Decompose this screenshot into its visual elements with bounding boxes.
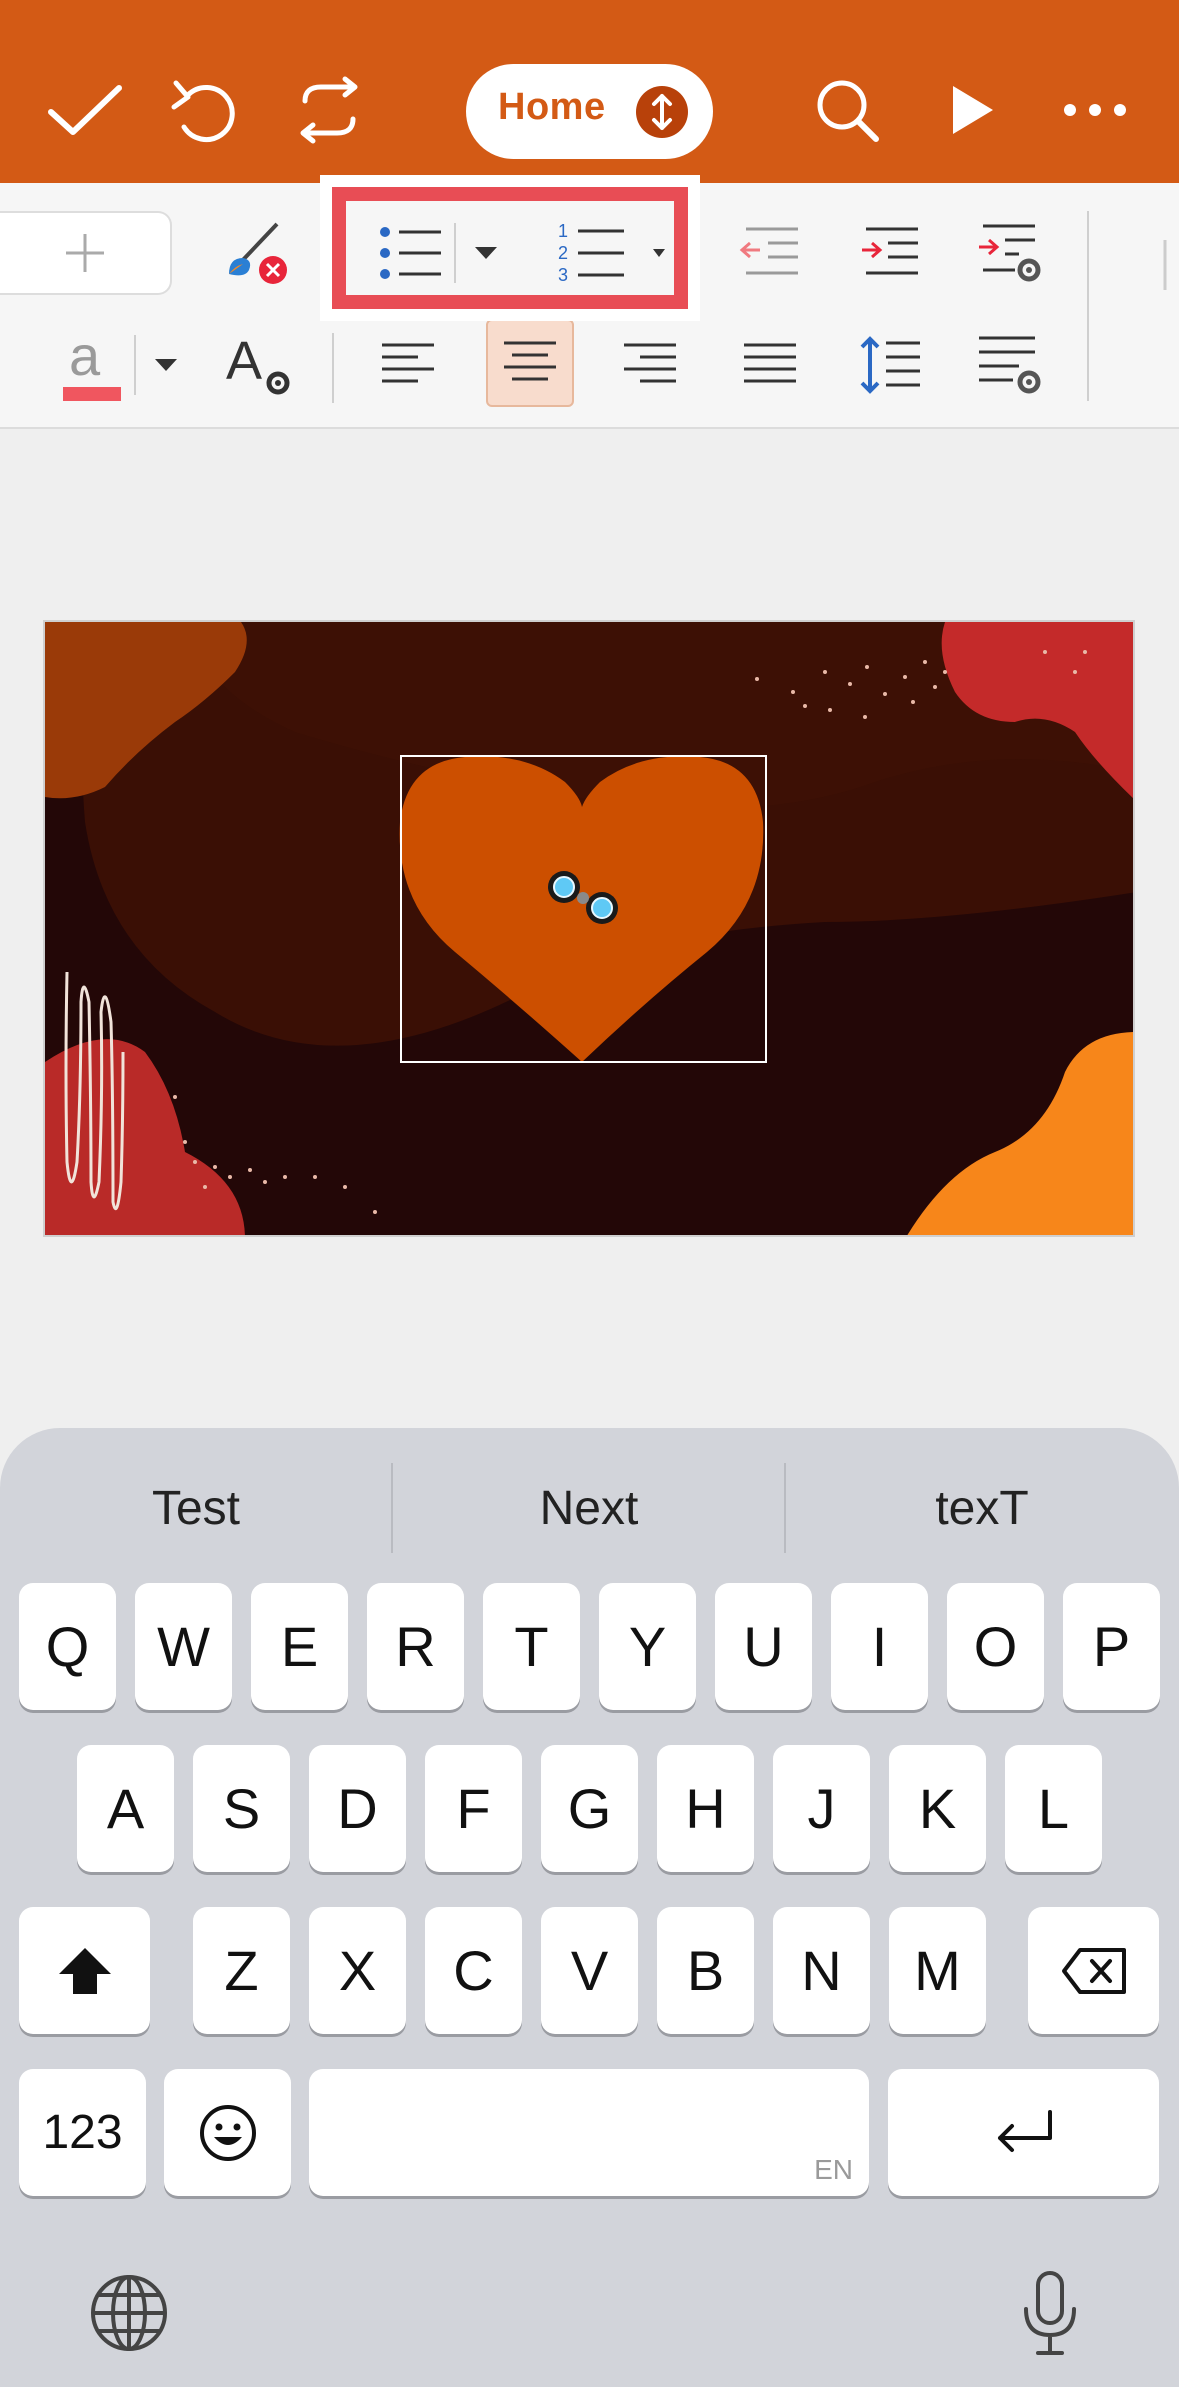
more-icon[interactable] bbox=[1045, 60, 1145, 160]
key-v[interactable]: V bbox=[541, 1907, 638, 2034]
key-a[interactable]: A bbox=[77, 1745, 174, 1872]
key-q[interactable]: Q bbox=[19, 1583, 116, 1710]
emoji-key[interactable] bbox=[164, 2069, 291, 2196]
key-i[interactable]: I bbox=[831, 1583, 928, 1710]
svg-text:a: a bbox=[69, 325, 101, 387]
on-screen-keyboard: Test Next texT Q W E R T Y U I O P A S D… bbox=[0, 1428, 1179, 2387]
paragraph-settings-icon[interactable] bbox=[970, 323, 1050, 407]
powerpoint-edit-screen: Home 123 a A Test Next texT Q W E R T Y … bbox=[0, 0, 1179, 2387]
key-g[interactable]: G bbox=[541, 1745, 638, 1872]
suggestion-1[interactable]: Test bbox=[0, 1468, 392, 1548]
slide-canvas[interactable] bbox=[43, 620, 1135, 1237]
decrease-indent-icon[interactable] bbox=[730, 215, 810, 291]
home-tab-selector[interactable]: Home bbox=[466, 64, 713, 159]
key-n[interactable]: N bbox=[773, 1907, 870, 2034]
key-u[interactable]: U bbox=[715, 1583, 812, 1710]
suggestion-2[interactable]: Next bbox=[393, 1468, 785, 1548]
top-toolbar: Home bbox=[0, 0, 1179, 183]
key-m[interactable]: M bbox=[889, 1907, 986, 2034]
align-center-icon[interactable] bbox=[486, 319, 574, 407]
align-right-icon[interactable] bbox=[610, 323, 690, 407]
key-w[interactable]: W bbox=[135, 1583, 232, 1710]
key-j[interactable]: J bbox=[773, 1745, 870, 1872]
line-spacing-icon[interactable] bbox=[850, 323, 930, 407]
key-p[interactable]: P bbox=[1063, 1583, 1160, 1710]
key-y[interactable]: Y bbox=[599, 1583, 696, 1710]
key-x[interactable]: X bbox=[309, 1907, 406, 2034]
key-s[interactable]: S bbox=[193, 1745, 290, 1872]
key-k[interactable]: K bbox=[889, 1745, 986, 1872]
key-o[interactable]: O bbox=[947, 1583, 1044, 1710]
key-z[interactable]: Z bbox=[193, 1907, 290, 2034]
align-left-icon[interactable] bbox=[368, 323, 448, 407]
add-icon[interactable] bbox=[0, 211, 172, 295]
shift-key[interactable] bbox=[19, 1907, 150, 2034]
checkmark-icon[interactable] bbox=[35, 60, 135, 160]
divider bbox=[134, 335, 136, 395]
key-h[interactable]: H bbox=[657, 1745, 754, 1872]
keyboard-language-hint: EN bbox=[814, 2154, 853, 2185]
microphone-icon[interactable] bbox=[1005, 2264, 1095, 2364]
undo-icon[interactable] bbox=[156, 60, 256, 160]
clear-formatting-icon[interactable] bbox=[216, 211, 296, 295]
search-icon[interactable] bbox=[797, 60, 897, 160]
suggestion-3[interactable]: texT bbox=[786, 1468, 1178, 1548]
key-c[interactable]: C bbox=[425, 1907, 522, 2034]
text-direction-icon[interactable] bbox=[1150, 215, 1179, 395]
divider bbox=[1087, 211, 1089, 401]
numbers-key[interactable]: 123 bbox=[19, 2069, 146, 2196]
font-color-icon[interactable]: a bbox=[50, 323, 130, 407]
space-key[interactable]: EN bbox=[309, 2069, 869, 2196]
font-color-dropdown-icon[interactable] bbox=[142, 335, 190, 395]
switch-tab-icon bbox=[636, 86, 688, 138]
text-effects-icon[interactable]: A bbox=[220, 323, 300, 407]
list-buttons-highlight bbox=[332, 187, 688, 309]
key-t[interactable]: T bbox=[483, 1583, 580, 1710]
key-b[interactable]: B bbox=[657, 1907, 754, 2034]
home-tab-label: Home bbox=[498, 86, 606, 128]
key-d[interactable]: D bbox=[309, 1745, 406, 1872]
key-r[interactable]: R bbox=[367, 1583, 464, 1710]
indent-settings-icon[interactable] bbox=[970, 215, 1050, 291]
justify-icon[interactable] bbox=[730, 323, 810, 407]
redo-icon[interactable] bbox=[279, 60, 379, 160]
backspace-key[interactable] bbox=[1028, 1907, 1159, 2034]
return-key[interactable] bbox=[888, 2069, 1159, 2196]
globe-icon[interactable] bbox=[84, 2268, 174, 2358]
increase-indent-icon[interactable] bbox=[850, 215, 930, 291]
key-l[interactable]: L bbox=[1005, 1745, 1102, 1872]
divider bbox=[332, 333, 334, 403]
play-icon[interactable] bbox=[922, 60, 1022, 160]
key-e[interactable]: E bbox=[251, 1583, 348, 1710]
svg-text:A: A bbox=[226, 331, 262, 391]
key-f[interactable]: F bbox=[425, 1745, 522, 1872]
